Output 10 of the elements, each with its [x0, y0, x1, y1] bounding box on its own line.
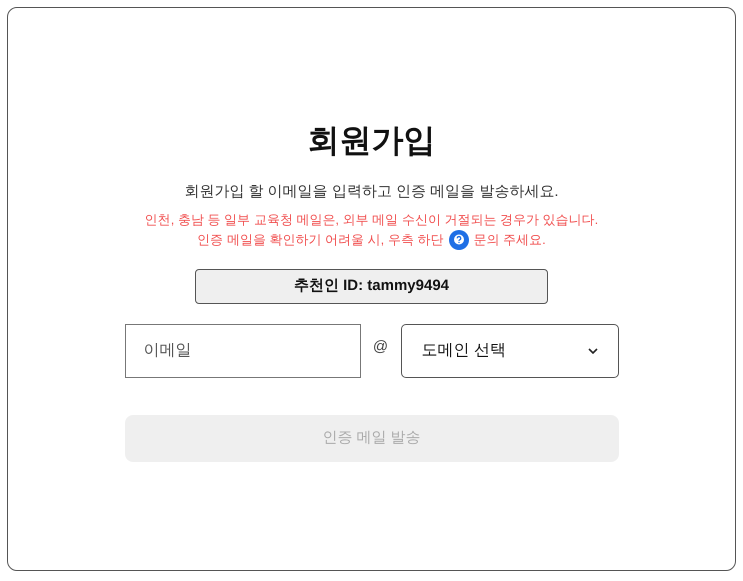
subtitle: 회원가입 할 이메일을 입력하고 인증 메일을 발송하세요.: [184, 182, 559, 202]
at-sign: @: [372, 337, 390, 358]
warning-text: 인증 메일을 확인하기 어려울 시, 우측 하단: [197, 230, 444, 248]
warning-text: 문의 주세요.: [474, 230, 546, 248]
referrer-id-label: 추천인 ID: tammy9494: [195, 268, 548, 304]
chevron-down-icon: [588, 348, 598, 354]
page-title: 회원가입: [308, 121, 436, 160]
warning-text: 인천, 충남 등 일부 교육청 메일은, 외부 메일 수신이 거절되는 경우가 있습니다.: [144, 210, 598, 228]
domain-select[interactable]: 도메인 선택: [400, 324, 618, 378]
email-input-field[interactable]: 이메일: [124, 324, 360, 378]
